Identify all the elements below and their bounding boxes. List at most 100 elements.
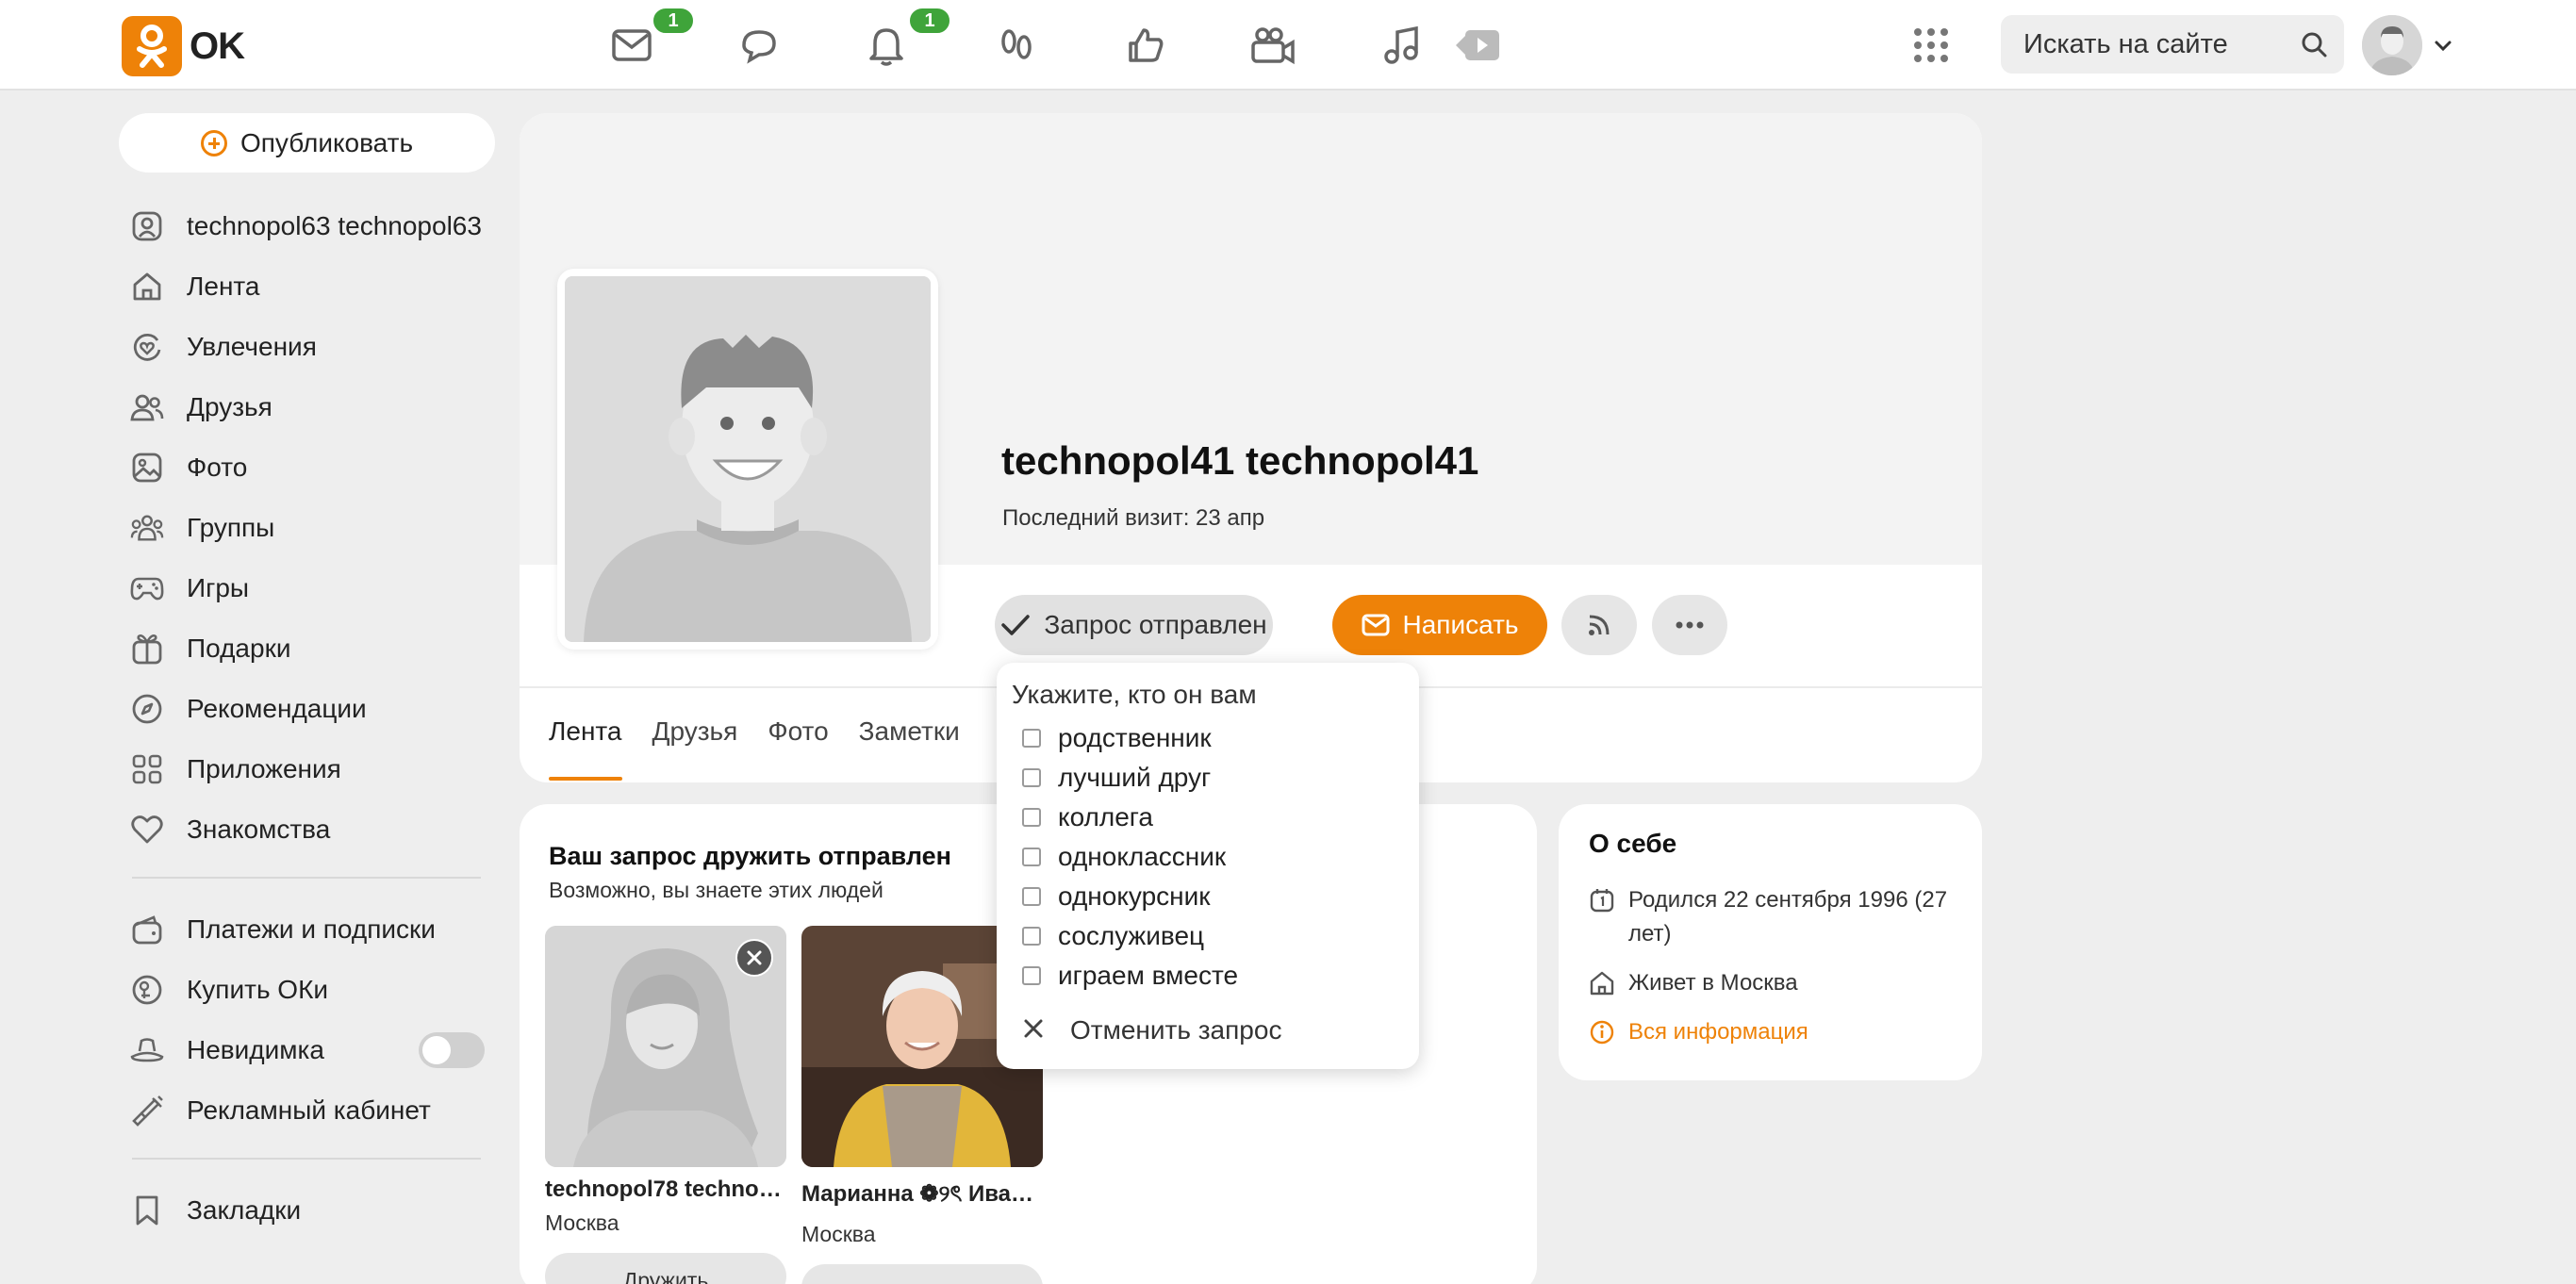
relation-option-best-friend[interactable]: лучший друг — [1022, 763, 1211, 793]
invisible-toggle[interactable] — [419, 1032, 485, 1068]
ok-logo[interactable]: OK — [122, 16, 245, 76]
person-name[interactable]: technopol78 technopol78 — [545, 1177, 786, 1203]
relation-option-relative[interactable]: родственник — [1022, 723, 1212, 753]
sidebar-item-label: technopol63 technopol63 — [187, 211, 482, 240]
tab-friends[interactable]: Друзья — [652, 716, 738, 782]
profile-avatar[interactable] — [557, 269, 938, 650]
sidebar-item-profile[interactable]: technopol63 technopol63 — [130, 196, 488, 256]
thumbs-up-icon — [1129, 28, 1164, 62]
checkbox[interactable] — [1022, 848, 1041, 866]
checkbox[interactable] — [1022, 927, 1041, 946]
photo-icon — [130, 451, 164, 485]
guests-button[interactable] — [990, 19, 1043, 72]
ok-logo-text: OK — [190, 25, 245, 67]
megaphone-icon — [130, 1094, 164, 1128]
envelope-icon — [612, 29, 652, 61]
avatar — [2362, 15, 2422, 75]
sidebar-item-photos[interactable]: Фото — [130, 437, 488, 498]
suggestions-subtitle: Возможно, вы знаете этих людей — [549, 878, 883, 902]
search-icon[interactable] — [2284, 15, 2344, 74]
sidebar-item-recommendations[interactable]: Рекомендации — [130, 679, 488, 739]
messages-button[interactable] — [605, 19, 658, 72]
sidebar-item-dating[interactable]: Знакомства — [130, 799, 488, 860]
sidebar-item-games[interactable]: Игры — [130, 558, 488, 618]
remove-suggestion-button[interactable] — [735, 939, 773, 977]
relation-option-fellow-soldier[interactable]: сослуживец — [1022, 921, 1204, 951]
cancel-request-label: Отменить запрос — [1070, 1015, 1282, 1045]
tab-notes[interactable]: Заметки — [859, 716, 960, 782]
sidebar-item-invisible[interactable]: Невидимка — [130, 1020, 488, 1080]
music-button[interactable] — [1375, 19, 1428, 72]
info-icon — [1589, 1015, 1619, 1056]
sidebar-item-label: Рекламный кабинет — [187, 1095, 431, 1125]
all-info-link[interactable]: Вся информация — [1589, 1015, 1808, 1056]
option-label: сослуживец — [1058, 921, 1205, 950]
sidebar-item-hobbies[interactable]: Увлечения — [130, 317, 488, 377]
friends-icon — [130, 390, 164, 424]
sidebar-item-feed[interactable]: Лента — [130, 256, 488, 317]
tab-feed[interactable]: Лента — [549, 716, 622, 782]
footprints-icon — [1001, 29, 1032, 59]
option-label: коллега — [1058, 802, 1153, 831]
video-player-button[interactable] — [1452, 19, 1505, 72]
sidebar-item-label: Друзья — [187, 392, 272, 421]
sidebar-item-gifts[interactable]: Подарки — [130, 618, 488, 679]
profile-name: technopol41 technopol41 — [1001, 438, 1479, 483]
sidebar-item-label: Невидимка — [187, 1035, 324, 1064]
add-friend-button[interactable]: Дружить — [801, 1264, 1043, 1284]
top-bar: OK 1 1 Искать на сайте — [0, 0, 2576, 91]
sidebar-nav: technopol63 technopol63 Лента Увлечения … — [130, 196, 488, 1241]
compass-icon — [130, 692, 164, 726]
add-friend-button[interactable]: Дружить — [545, 1253, 786, 1284]
avatar-placeholder-image — [565, 276, 931, 642]
last-visit: Последний визит: 23 апр — [1002, 505, 1265, 531]
subscribe-button[interactable] — [1561, 595, 1637, 655]
sidebar-item-bookmarks[interactable]: Закладки — [130, 1180, 488, 1241]
sidebar-item-friends[interactable]: Друзья — [130, 377, 488, 437]
notifications-button[interactable] — [860, 19, 913, 72]
tab-photos[interactable]: Фото — [768, 716, 828, 782]
rss-icon — [1589, 615, 1610, 635]
publish-label: Опубликовать — [239, 127, 414, 157]
checkbox[interactable] — [1022, 966, 1041, 985]
ok-logo-icon — [122, 16, 182, 76]
request-sent-label: Запрос отправлен — [1044, 610, 1267, 639]
person-city: Москва — [801, 1222, 876, 1246]
calendar-icon — [1589, 883, 1619, 924]
user-menu[interactable] — [2362, 15, 2454, 75]
video-button[interactable] — [1247, 19, 1299, 72]
option-label: лучший друг — [1058, 763, 1212, 792]
video-camera-icon — [1251, 27, 1295, 65]
sidebar-item-buy-ok[interactable]: Купить ОКи — [130, 960, 488, 1020]
sidebar-item-groups[interactable]: Группы — [130, 498, 488, 558]
cancel-request-button[interactable]: Отменить запрос — [1023, 1015, 1281, 1045]
person-photo[interactable] — [545, 926, 786, 1167]
search-input[interactable]: Искать на сайте — [2001, 15, 2344, 74]
checkbox[interactable] — [1022, 808, 1041, 827]
discussions-button[interactable] — [734, 19, 786, 72]
sidebar-item-apps[interactable]: Приложения — [130, 739, 488, 799]
sidebar-item-label: Увлечения — [187, 332, 317, 361]
request-sent-button[interactable]: Запрос отправлен — [995, 595, 1273, 655]
profile-tabs: Лента Друзья Фото Заметки — [549, 716, 990, 782]
relation-option-play-together[interactable]: играем вместе — [1022, 961, 1238, 991]
reactions-button[interactable] — [1119, 19, 1172, 72]
relation-option-classmate[interactable]: одноклассник — [1022, 842, 1226, 872]
publish-button[interactable]: Опубликовать — [119, 113, 495, 173]
sidebar-item-payments[interactable]: Платежи и подписки — [130, 899, 488, 960]
more-actions-button[interactable] — [1652, 595, 1727, 655]
relation-option-groupmate[interactable]: однокурсник — [1022, 881, 1211, 912]
write-message-button[interactable]: Написать — [1332, 595, 1547, 655]
checkbox[interactable] — [1022, 887, 1041, 906]
checkbox[interactable] — [1022, 729, 1041, 748]
sidebar-item-ads[interactable]: Рекламный кабинет — [130, 1080, 488, 1141]
plus-circle-icon — [200, 129, 227, 156]
sidebar-item-label: Знакомства — [187, 815, 331, 844]
apps-grid-button[interactable] — [1905, 19, 1957, 72]
person-name[interactable]: Марианна ❁୨ৎ Иванова — [801, 1177, 1043, 1214]
checkbox[interactable] — [1022, 768, 1041, 787]
relation-option-colleague[interactable]: коллега — [1022, 802, 1153, 832]
music-note-icon — [1384, 25, 1418, 64]
envelope-icon — [1362, 614, 1390, 636]
all-info-text[interactable]: Вся информация — [1628, 1015, 1808, 1049]
